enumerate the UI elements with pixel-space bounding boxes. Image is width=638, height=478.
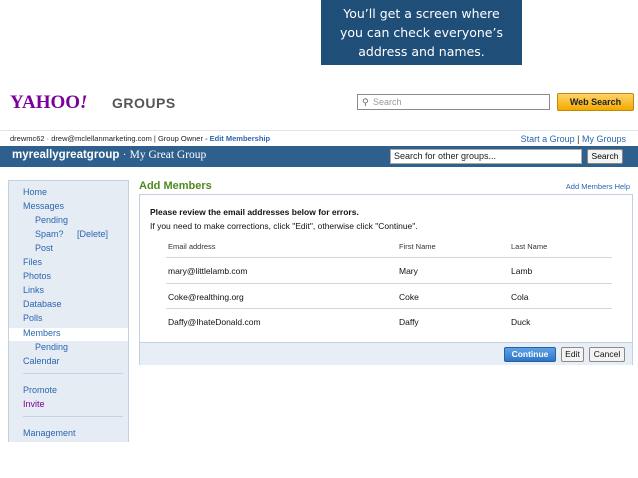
sidebar-item-messages-pending[interactable]: Pending <box>35 215 68 225</box>
sidebar-item-messages[interactable]: Messages <box>23 201 64 211</box>
sidebar-item-files[interactable]: Files <box>23 257 42 267</box>
sidebar-item-members-pending[interactable]: Pending <box>35 342 68 352</box>
sidebar-item-management[interactable]: Management <box>23 428 76 438</box>
review-instructions: If you need to make corrections, click "… <box>150 221 418 231</box>
sidebar-item-promote[interactable]: Promote <box>23 385 57 395</box>
table-divider <box>166 283 612 284</box>
group-id: myreallygreatgroup <box>12 149 120 161</box>
row-2-last-name: Cola <box>511 292 529 302</box>
user-bar: drewmc62 · drew@mclellanmarketing.com | … <box>0 130 638 147</box>
group-bar: myreallygreatgroup · My Great Group Sear… <box>0 146 638 167</box>
column-header-email: Email address <box>168 242 216 251</box>
sidebar-item-delete[interactable]: [Delete] <box>77 229 108 239</box>
logo-exclamation: ! <box>80 92 88 113</box>
group-search-button[interactable]: Search <box>587 149 623 164</box>
link-separator: | <box>577 134 580 144</box>
group-links: Start a Group | My Groups <box>521 131 626 147</box>
column-header-last-name: Last Name <box>511 242 548 251</box>
sidebar-item-members[interactable]: Members <box>23 328 61 338</box>
start-group-link[interactable]: Start a Group <box>521 134 575 144</box>
user-info: drewmc62 · drew@mclellanmarketing.com | … <box>10 131 270 147</box>
sidebar-item-spam[interactable]: Spam? <box>35 229 64 239</box>
callout-line-3: address and names. <box>358 44 485 59</box>
row-3-first-name: Daffy <box>399 317 419 327</box>
sidebar-divider <box>23 373 123 374</box>
sidebar-item-database[interactable]: Database <box>23 299 62 309</box>
instruction-callout: You’ll get a screen where you can check … <box>321 0 522 65</box>
group-title[interactable]: myreallygreatgroup · My Great Group <box>12 149 206 161</box>
sidebar-item-links[interactable]: Links <box>23 285 44 295</box>
edit-membership-link[interactable]: - Edit Membership <box>205 134 270 143</box>
table-divider <box>166 257 612 258</box>
page-title: Add Members <box>139 180 212 192</box>
row-1-first-name: Mary <box>399 266 418 276</box>
callout-line-1: You’ll get a screen where <box>343 6 500 21</box>
callout-line-2: you can check everyone’s <box>339 25 503 40</box>
table-divider <box>166 308 612 309</box>
group-sidebar: Home Messages Pending Spam? [Delete] Pos… <box>8 180 129 442</box>
continue-button[interactable]: Continue <box>504 347 556 362</box>
logo-wordmark: YAHOO <box>10 92 81 113</box>
edit-button[interactable]: Edit <box>561 347 584 362</box>
search-placeholder: Search <box>373 97 402 107</box>
sidebar-item-invite[interactable]: Invite <box>23 399 45 409</box>
search-icon: ⚲ <box>362 97 369 107</box>
sidebar-divider <box>23 416 123 417</box>
sidebar-item-polls[interactable]: Polls <box>23 313 43 323</box>
review-panel: Please review the email addresses below … <box>139 194 633 365</box>
row-1-email: mary@littlelamb.com <box>168 266 248 276</box>
logo-groups-text: GROUPS <box>112 95 176 111</box>
row-3-last-name: Duck <box>511 317 531 327</box>
group-title-separator: · <box>122 149 127 161</box>
panel-footer: Continue Edit Cancel <box>140 342 632 365</box>
row-3-email: Daffy@IhateDonald.com <box>168 317 261 327</box>
group-name: My Great Group <box>129 149 207 161</box>
review-heading: Please review the email addresses below … <box>150 207 359 217</box>
group-search-input[interactable]: Search for other groups... <box>390 149 582 164</box>
user-info-text: drewmc62 · drew@mclellanmarketing.com | … <box>10 134 203 143</box>
my-groups-link[interactable]: My Groups <box>582 134 626 144</box>
column-header-first-name: First Name <box>399 242 436 251</box>
cancel-button[interactable]: Cancel <box>589 347 625 362</box>
add-members-help-link[interactable]: Add Members Help <box>566 182 630 191</box>
row-2-first-name: Coke <box>399 292 419 302</box>
row-2-email: Coke@realthing.org <box>168 292 244 302</box>
sidebar-item-home[interactable]: Home <box>23 187 47 197</box>
yahoo-logo[interactable]: YAHOO! <box>10 92 87 114</box>
web-search-button[interactable]: Web Search <box>557 93 634 111</box>
row-1-last-name: Lamb <box>511 266 533 276</box>
yahoo-groups-screenshot: YAHOO! GROUPS ⚲ Search Web Search drewmc… <box>0 84 638 442</box>
web-search-input[interactable]: ⚲ Search <box>357 94 550 110</box>
sidebar-item-photos[interactable]: Photos <box>23 271 51 281</box>
sidebar-item-calendar[interactable]: Calendar <box>23 356 60 366</box>
site-header: YAHOO! GROUPS ⚲ Search Web Search <box>0 84 638 128</box>
sidebar-item-post[interactable]: Post <box>35 243 53 253</box>
